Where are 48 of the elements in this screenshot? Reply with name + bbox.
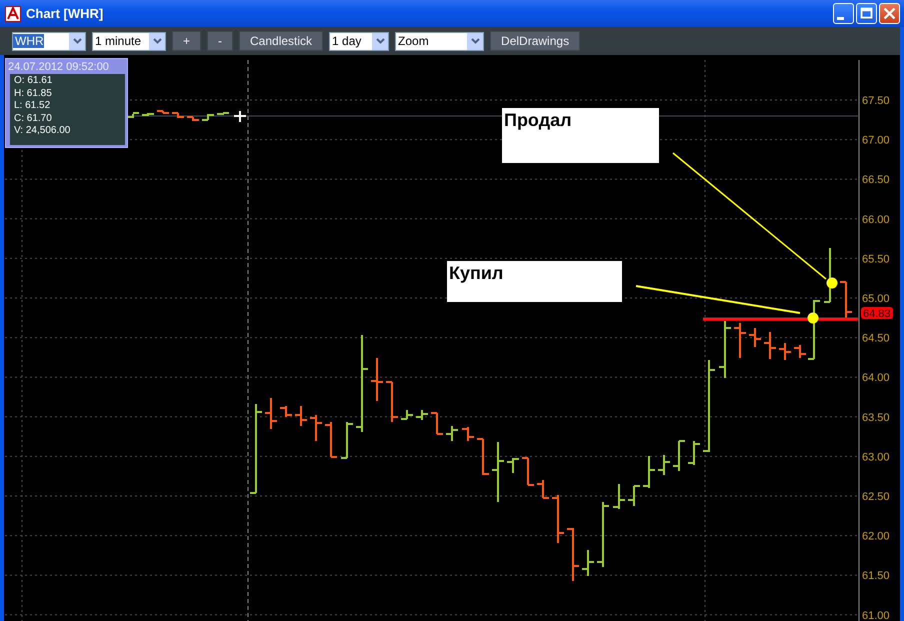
price-label: 67.00 [862, 134, 890, 147]
dropdown[interactable]: 1 day [329, 32, 390, 50]
dropdown-value: WHR [13, 34, 44, 48]
price-label: 63.50 [862, 412, 890, 424]
price-label: 67.50 [862, 95, 890, 107]
close-button[interactable] [879, 3, 900, 24]
ohlc-value: L: 61.52 [14, 100, 52, 112]
price-label: 66.00 [862, 214, 890, 226]
dropdown[interactable]: WHR [12, 32, 86, 50]
toolbar-button[interactable]: + [172, 31, 202, 51]
toolbar-button[interactable]: - [207, 31, 234, 51]
current-price-badge: 64.83 [861, 307, 893, 320]
ohlc-value: H: 61.85 [14, 88, 53, 100]
price-label: 64.50 [862, 332, 890, 345]
price-label: 62.50 [862, 491, 890, 503]
ohlc-value: C: 61.70 [14, 112, 53, 125]
text-note: Продал [502, 108, 659, 163]
minimize-icon [837, 16, 844, 20]
toolbar-button[interactable]: Candlestick [239, 31, 324, 51]
cross-cursor-icon [233, 110, 247, 123]
price-label: 65.00 [862, 293, 890, 305]
price-label: 61.50 [862, 570, 890, 582]
dropdown[interactable]: 1 minute [92, 32, 166, 50]
ohlc-value: V: 24,506.00 [14, 125, 72, 138]
window-title: Chart [WHR] [26, 6, 104, 21]
minimize-button[interactable] [833, 3, 854, 24]
dropdown-value: 1 day [331, 34, 362, 48]
price-label: 64.00 [862, 372, 890, 384]
app-icon [5, 6, 21, 22]
price-label: 63.00 [862, 451, 890, 464]
price-label: 66.50 [862, 174, 890, 186]
chevron-down-icon[interactable] [372, 32, 388, 50]
chevron-down-icon[interactable] [149, 32, 165, 50]
chevron-down-icon[interactable] [467, 32, 484, 50]
marker-dot [826, 278, 838, 288]
dropdown-value: Zoom [397, 34, 430, 48]
dropdown[interactable]: Zoom [395, 32, 484, 50]
dropdown-value: 1 minute [94, 34, 142, 48]
date-time-label: 24.07.2012 09:52:00 [7, 60, 110, 74]
chevron-down-icon[interactable] [69, 32, 85, 50]
text-note: Купил [447, 261, 622, 302]
price-label: 61.00 [862, 610, 890, 621]
price-label: 65.50 [862, 253, 890, 266]
toolbar-button[interactable]: DelDrawings [490, 31, 580, 51]
price-label: 62.00 [862, 530, 890, 543]
ohlc-value: O: 61.61 [14, 75, 54, 88]
marker-dot [808, 312, 818, 324]
maximize-button[interactable] [856, 3, 877, 24]
